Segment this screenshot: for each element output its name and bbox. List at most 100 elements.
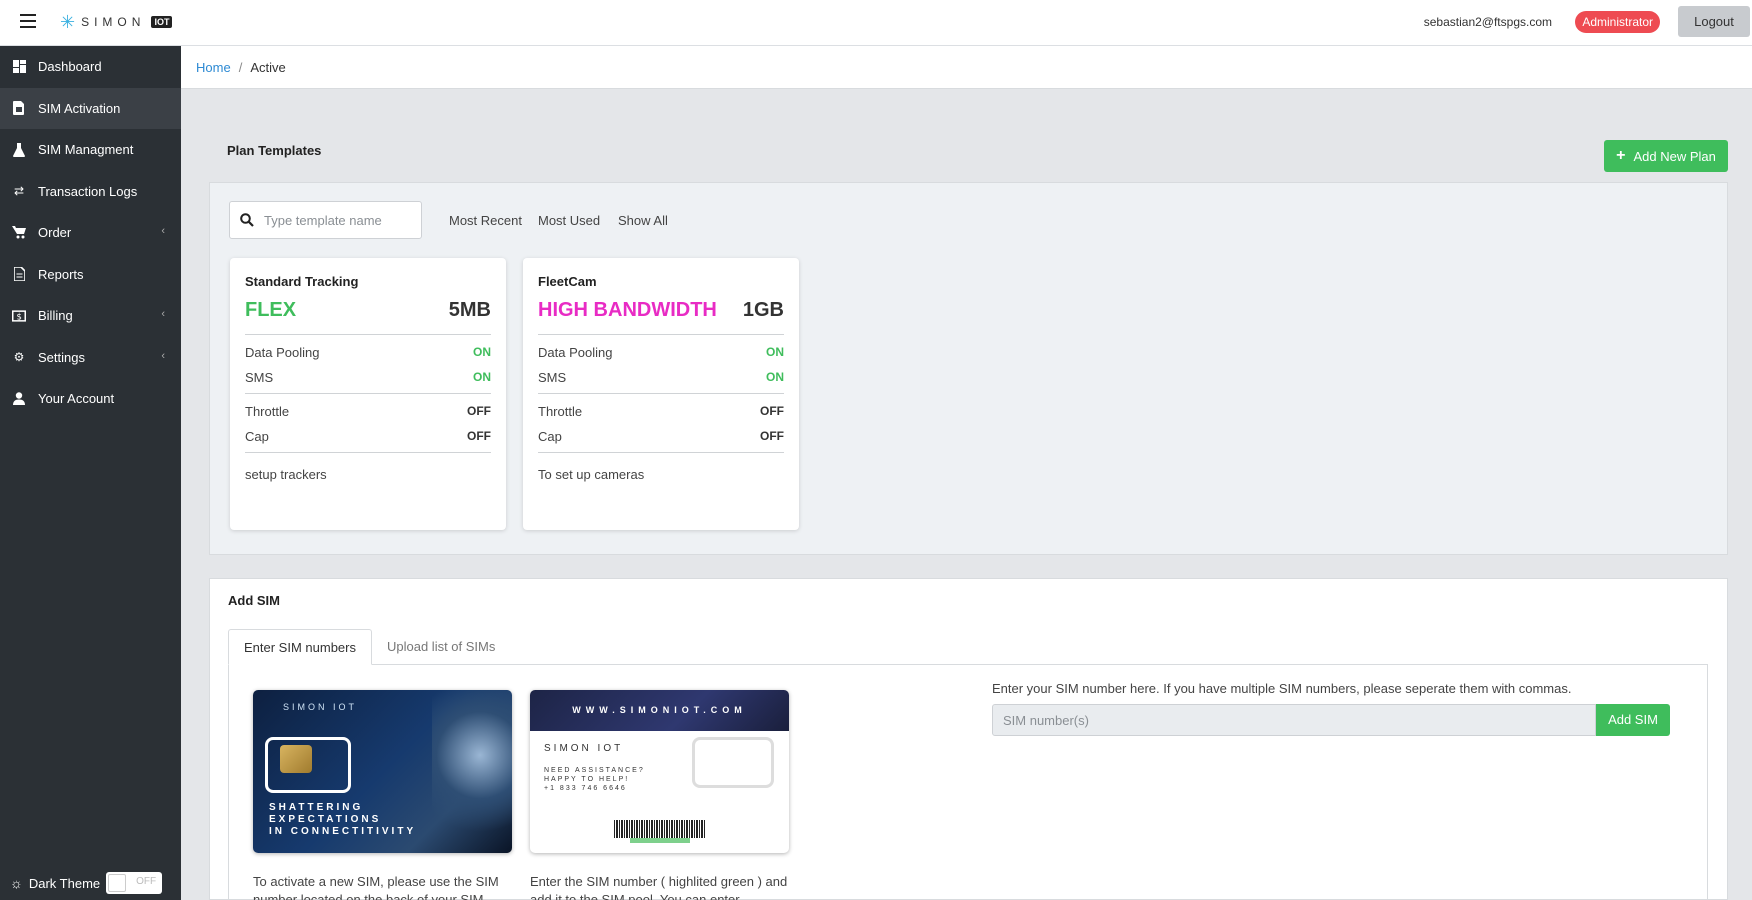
filter-most-recent[interactable]: Most Recent [449,213,522,228]
money-icon: $ [12,309,26,323]
tagline-line: EXPECTATIONS [269,814,382,825]
chevron-left-icon: ‹ [161,225,165,237]
sim-back-caption: Enter the SIM number ( highlited green )… [530,874,788,900]
sim-number-input[interactable] [992,704,1596,736]
add-new-plan-label: Add New Plan [1633,148,1716,164]
plan-card[interactable]: FleetCam HIGH BANDWIDTH 1GB Data Pooling… [523,258,799,530]
sidebar-item-label: Settings [38,349,85,365]
exchange-icon: ⇄ [13,184,25,199]
feature-group: Data Pooling ON SMS ON [538,345,784,394]
cart-icon [12,226,26,240]
sidebar: Dashboard SIM Activation SIM Managment ⇄… [0,46,181,900]
chevron-left-icon: ‹ [161,349,165,362]
sidebar-item-dashboard[interactable]: Dashboard [0,46,181,88]
feature-row: Data Pooling ON [245,345,491,360]
sidebar-item-sim-managment[interactable]: SIM Managment [0,129,181,171]
brand-badge: IOT [151,16,173,28]
plan-templates-title: Plan Templates [227,143,322,158]
chevron-left-icon: ‹ [161,308,165,320]
filter-show-all[interactable]: Show All [618,213,668,228]
feature-row: SMS ON [245,370,491,385]
feature-label: Cap [245,429,269,444]
sim-chip-icon [280,745,312,773]
feature-label: Cap [538,429,562,444]
sun-icon: ☼ [10,875,23,891]
breadcrumb-separator: / [238,59,243,75]
breadcrumb-current: Active [250,59,286,75]
brand-text: SIMON [81,15,146,29]
logout-button[interactable]: Logout [1678,6,1750,37]
feature-value: ON [473,370,491,384]
sidebar-item-label: Transaction Logs [38,183,138,199]
barcode-icon [614,820,706,838]
hamburger-menu-icon[interactable] [20,14,36,28]
feature-row: Throttle OFF [538,404,784,419]
flask-icon [12,142,26,157]
sim-input-label: Enter your SIM number here. If you have … [992,681,1572,696]
sim-icon [12,101,26,116]
add-sim-title: Add SIM [228,593,280,608]
feature-group: Throttle OFF Cap OFF [538,404,784,453]
add-sim-tabs: Enter SIM numbers Upload list of SIMs [228,629,510,665]
sidebar-item-label: Reports [38,266,84,282]
sidebar-item-label: SIM Activation [38,100,121,116]
plan-templates-panel: Most Recent Most Used Show All Standard … [209,182,1728,555]
plan-type: HIGH BANDWIDTH [538,299,717,321]
assist-line: HAPPY TO HELP! [544,776,630,783]
tab-content: SIMON IOT SHATTERING EXPECTATIONS IN CON… [228,664,1708,900]
sidebar-item-sim-activation[interactable]: SIM Activation [0,87,181,129]
template-search [229,201,422,239]
feature-value: OFF [467,429,491,443]
feature-label: Throttle [245,404,290,419]
user-icon [12,392,26,406]
plus-icon: + [1616,147,1626,164]
sim-card-front-image: SIMON IOT SHATTERING EXPECTATIONS IN CON… [253,690,512,853]
sim-number-highlight [630,838,690,843]
feature-value: ON [473,345,491,359]
search-icon [240,213,254,227]
feature-label: Throttle [538,404,583,419]
plan-type-row: FLEX 5MB [245,299,491,335]
tagline-line: IN CONNECTITIVITY [269,826,417,837]
tab-upload-list-of-sims[interactable]: Upload list of SIMs [372,629,510,665]
sidebar-item-settings[interactable]: ⚙ Settings ‹ [0,337,181,379]
sidebar-item-your-account[interactable]: Your Account [0,378,181,420]
brand-logo[interactable]: ✳ SIMON IOT [60,12,173,32]
user-email: sebastian2@ftspgs.com [1423,15,1552,29]
plan-card[interactable]: Standard Tracking FLEX 5MB Data Pooling … [230,258,506,530]
simon-star-icon: ✳ [60,12,76,32]
sidebar-item-reports[interactable]: Reports [0,254,181,296]
feature-row: Throttle OFF [245,404,491,419]
add-sim-button[interactable]: Add SIM [1596,704,1670,736]
sim-back-assist: NEED ASSISTANCE? HAPPY TO HELP! +1 833 7… [544,766,645,793]
add-sim-panel: Add SIM Enter SIM numbers Upload list of… [209,578,1728,900]
sidebar-item-billing[interactable]: $ Billing ‹ [0,295,181,337]
feature-value: ON [766,345,784,359]
plan-size: 5MB [448,299,491,321]
sim-front-logo: SIMON IOT [283,702,357,712]
feature-value: OFF [467,404,491,418]
sidebar-item-order[interactable]: Order ‹ [0,212,181,254]
top-bar: ✳ SIMON IOT sebastian2@ftspgs.com Admini… [0,0,1752,46]
sidebar-item-label: SIM Managment [38,142,134,158]
sim-front-tagline: SHATTERING EXPECTATIONS IN CONNECTITIVIT… [269,802,416,838]
sidebar-item-transaction-logs[interactable]: ⇄ Transaction Logs [0,171,181,213]
template-search-input[interactable] [264,212,414,228]
add-new-plan-button[interactable]: + Add New Plan [1604,140,1728,172]
sim-front-caption: To activate a new SIM, please use the SI… [253,874,499,900]
dark-theme-label: Dark Theme [28,875,101,891]
breadcrumb-home-link[interactable]: Home [196,60,231,75]
sim-back-logo: SIMON IOT [544,743,624,754]
plan-description: To set up cameras [538,467,645,482]
feature-row: SMS ON [538,370,784,385]
tab-enter-sim-numbers[interactable]: Enter SIM numbers [228,629,372,665]
plan-type-row: HIGH BANDWIDTH 1GB [538,299,784,335]
sidebar-item-label: Order [38,225,72,241]
filter-most-used[interactable]: Most Used [538,213,600,228]
dark-theme-toggle[interactable]: OFF [106,872,163,894]
feature-group: Data Pooling ON SMS ON [245,345,491,394]
tagline-line: SHATTERING [269,802,364,813]
sim-input-group: Add SIM [992,704,1670,736]
gear-icon: ⚙ [13,350,25,365]
feature-label: Data Pooling [538,345,613,360]
